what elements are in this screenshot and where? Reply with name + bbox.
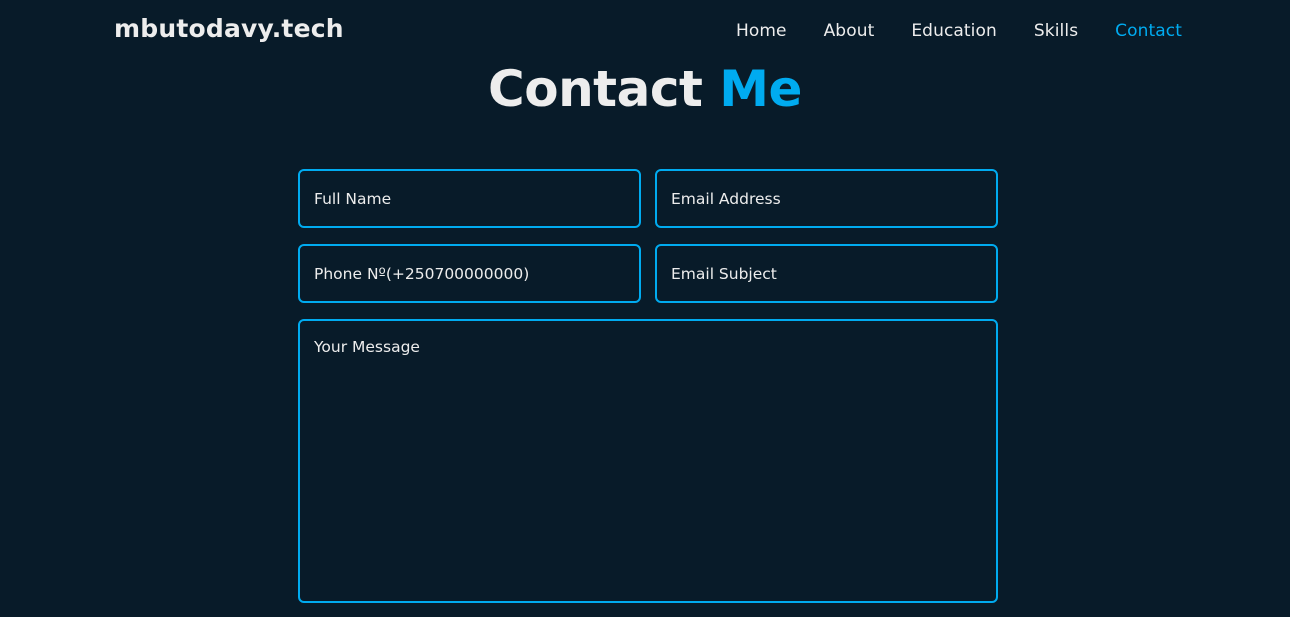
site-header: mbutodavy.tech Home About Education Skil… (0, 0, 1290, 64)
site-logo[interactable]: mbutodavy.tech (114, 14, 344, 43)
email-address-input[interactable] (655, 169, 998, 228)
full-name-input[interactable] (298, 169, 641, 228)
section-title: Contact Me (0, 60, 1290, 118)
nav-link-contact[interactable]: Contact (1115, 21, 1182, 41)
phone-number-input[interactable] (298, 244, 641, 303)
message-textarea[interactable] (298, 319, 998, 603)
section-title-main: Contact (488, 60, 703, 118)
nav-link-home[interactable]: Home (736, 21, 787, 41)
nav-link-skills[interactable]: Skills (1034, 21, 1078, 41)
section-title-accent: Me (719, 60, 802, 118)
nav-link-education[interactable]: Education (911, 21, 997, 41)
email-subject-input[interactable] (655, 244, 998, 303)
nav-link-about[interactable]: About (824, 21, 875, 41)
main-nav: Home About Education Skills Contact (699, 21, 1182, 41)
